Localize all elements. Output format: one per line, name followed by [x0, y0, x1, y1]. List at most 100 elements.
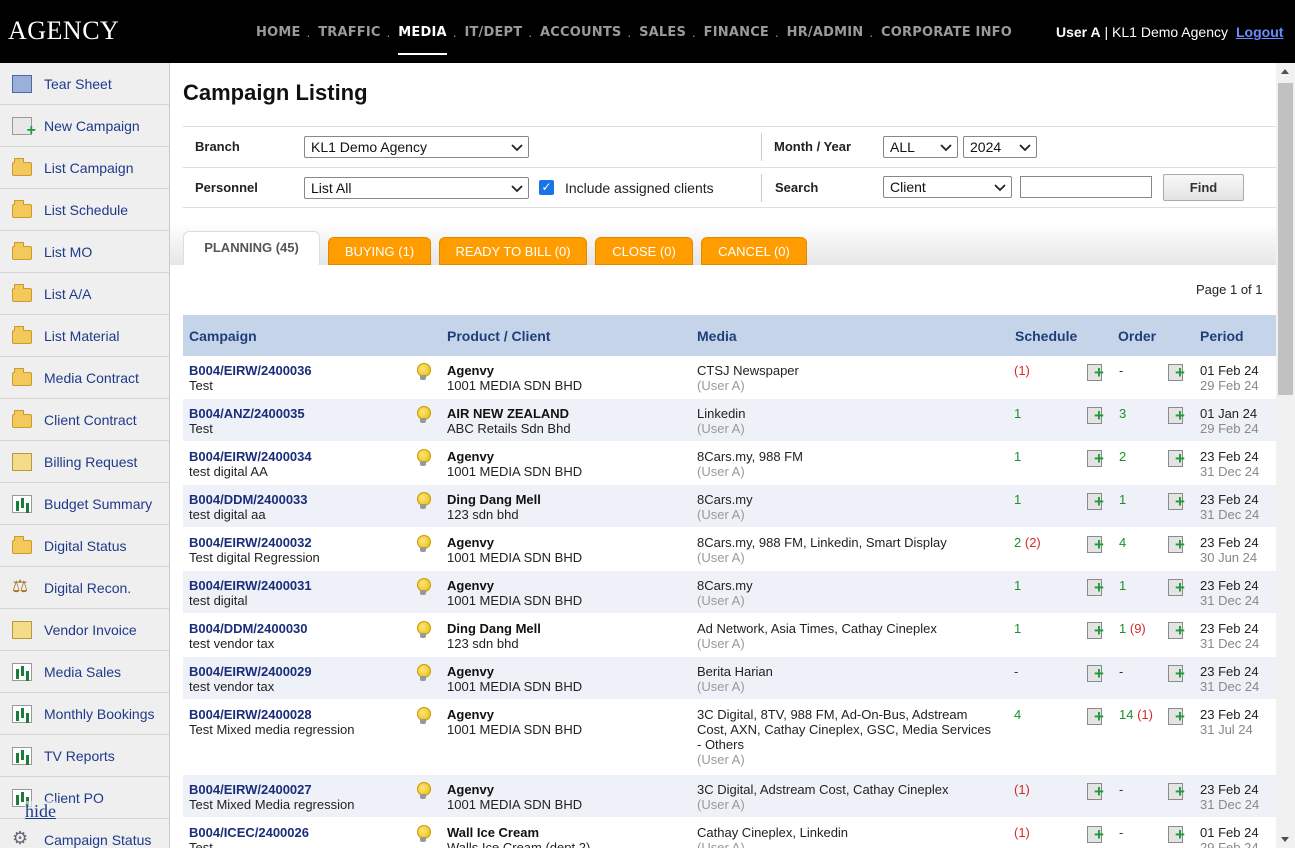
include-assigned-checkbox[interactable]: ✓ [539, 180, 554, 195]
nav-hr-admin[interactable]: HR/ADMIN [787, 25, 864, 40]
schedule-count[interactable]: 1 [1014, 406, 1021, 421]
order-value[interactable]: 3 [1119, 406, 1126, 421]
sidebar-item-tv-reports[interactable]: TV Reports [0, 735, 169, 777]
add-schedule-icon[interactable] [1087, 493, 1105, 511]
lightbulb-icon[interactable] [415, 363, 431, 381]
logout-link[interactable]: Logout [1236, 24, 1283, 40]
order-count[interactable]: 2 [1119, 449, 1126, 464]
schedule-count[interactable]: (1) [1014, 363, 1030, 378]
nav-it-dept[interactable]: IT/DEPT [464, 25, 522, 40]
campaign-id-link[interactable]: B004/ANZ/2400035 [189, 406, 305, 421]
campaign-id-link[interactable]: B004/EIRW/2400028 [189, 707, 354, 722]
sidebar-item-budget-summary[interactable]: Budget Summary [0, 483, 169, 525]
add-order-icon[interactable] [1168, 450, 1186, 468]
add-schedule-icon[interactable] [1087, 364, 1105, 382]
nav-home[interactable]: HOME [256, 25, 301, 40]
schedule-count[interactable]: - [1014, 664, 1018, 679]
nav-traffic[interactable]: TRAFFIC [318, 25, 380, 40]
lightbulb-icon[interactable] [415, 782, 431, 800]
schedule-value[interactable]: 2 [1014, 535, 1021, 550]
add-order-icon[interactable] [1168, 622, 1186, 640]
nav-media[interactable]: MEDIA [398, 25, 447, 55]
sidebar-item-media-contract[interactable]: Media Contract [0, 357, 169, 399]
campaign-id-link[interactable]: B004/ICEC/2400026 [189, 825, 309, 840]
schedule-count[interactable]: 1 [1014, 578, 1021, 593]
sidebar-item-digital-status[interactable]: Digital Status [0, 525, 169, 567]
add-order-icon[interactable] [1168, 579, 1186, 597]
schedule-value[interactable]: 1 [1014, 492, 1021, 507]
sidebar-item-list-campaign[interactable]: List Campaign [0, 147, 169, 189]
col-product-client[interactable]: Product / Client [447, 328, 550, 344]
schedule-value[interactable]: 1 [1014, 449, 1021, 464]
add-order-icon[interactable] [1168, 665, 1186, 683]
order-count[interactable]: 14 (1) [1119, 707, 1153, 722]
add-order-icon[interactable] [1168, 364, 1186, 382]
vertical-scrollbar[interactable] [1276, 63, 1295, 848]
schedule-value[interactable]: 1 [1014, 621, 1021, 636]
tab-buying[interactable]: BUYING (1) [328, 237, 431, 265]
schedule-value[interactable]: - [1014, 664, 1018, 679]
schedule-count[interactable]: 1 [1014, 449, 1021, 464]
add-order-icon[interactable] [1168, 407, 1186, 425]
find-button[interactable]: Find [1163, 174, 1244, 201]
order-pending[interactable]: (1) [1137, 707, 1153, 722]
sidebar-item-vendor-invoice[interactable]: Vendor Invoice [0, 609, 169, 651]
order-count[interactable]: 1 (9) [1119, 621, 1146, 636]
nav-sales[interactable]: SALES [639, 25, 686, 40]
campaign-id-link[interactable]: B004/EIRW/2400029 [189, 664, 312, 679]
schedule-pending[interactable]: (2) [1025, 535, 1041, 550]
add-schedule-icon[interactable] [1087, 783, 1105, 801]
schedule-value[interactable]: 1 [1014, 578, 1021, 593]
schedule-count[interactable]: 1 [1014, 492, 1021, 507]
lightbulb-icon[interactable] [415, 825, 431, 843]
order-value[interactable]: 1 [1119, 621, 1126, 636]
sidebar-item-tear-sheet[interactable]: Tear Sheet [0, 63, 169, 105]
order-value[interactable]: - [1119, 363, 1123, 378]
order-pending[interactable]: (9) [1130, 621, 1146, 636]
campaign-id-link[interactable]: B004/EIRW/2400036 [189, 363, 312, 378]
tab-planning[interactable]: PLANNING (45) [183, 231, 320, 265]
sidebar-item-new-campaign[interactable]: New Campaign [0, 105, 169, 147]
lightbulb-icon[interactable] [415, 578, 431, 596]
order-value[interactable]: - [1119, 664, 1123, 679]
order-value[interactable]: 4 [1119, 535, 1126, 550]
schedule-count[interactable]: (1) [1014, 825, 1030, 840]
schedule-count[interactable]: (1) [1014, 782, 1030, 797]
campaign-id-link[interactable]: B004/DDM/2400030 [189, 621, 308, 636]
add-schedule-icon[interactable] [1087, 407, 1105, 425]
lightbulb-icon[interactable] [415, 664, 431, 682]
add-schedule-icon[interactable] [1087, 622, 1105, 640]
col-campaign[interactable]: Campaign [189, 328, 257, 344]
schedule-pending[interactable]: (1) [1014, 363, 1030, 378]
order-value[interactable]: 1 [1119, 492, 1126, 507]
lightbulb-icon[interactable] [415, 621, 431, 639]
add-order-icon[interactable] [1168, 826, 1186, 844]
add-order-icon[interactable] [1168, 708, 1186, 726]
add-order-icon[interactable] [1168, 536, 1186, 554]
add-order-icon[interactable] [1168, 493, 1186, 511]
lightbulb-icon[interactable] [415, 449, 431, 467]
campaign-id-link[interactable]: B004/EIRW/2400034 [189, 449, 312, 464]
tab-ready-to-bill[interactable]: READY TO BILL (0) [439, 237, 587, 265]
add-schedule-icon[interactable] [1087, 536, 1105, 554]
sidebar-item-monthly-bookings[interactable]: Monthly Bookings [0, 693, 169, 735]
add-order-icon[interactable] [1168, 783, 1186, 801]
schedule-count[interactable]: 1 [1014, 621, 1021, 636]
col-schedule[interactable]: Schedule [1015, 328, 1077, 344]
year-select[interactable]: 2024 [963, 136, 1037, 158]
tab-close[interactable]: CLOSE (0) [595, 237, 693, 265]
lightbulb-icon[interactable] [415, 535, 431, 553]
order-count[interactable]: 1 [1119, 578, 1126, 593]
add-schedule-icon[interactable] [1087, 579, 1105, 597]
lightbulb-icon[interactable] [415, 492, 431, 510]
add-schedule-icon[interactable] [1087, 450, 1105, 468]
lightbulb-icon[interactable] [415, 406, 431, 424]
order-value[interactable]: 1 [1119, 578, 1126, 593]
col-period[interactable]: Period [1200, 328, 1244, 344]
sidebar-item-client-contract[interactable]: Client Contract [0, 399, 169, 441]
order-count[interactable]: - [1119, 825, 1123, 840]
order-value[interactable]: 2 [1119, 449, 1126, 464]
order-value[interactable]: - [1119, 825, 1123, 840]
order-count[interactable]: 1 [1119, 492, 1126, 507]
scroll-up-arrow-icon[interactable] [1281, 69, 1289, 74]
